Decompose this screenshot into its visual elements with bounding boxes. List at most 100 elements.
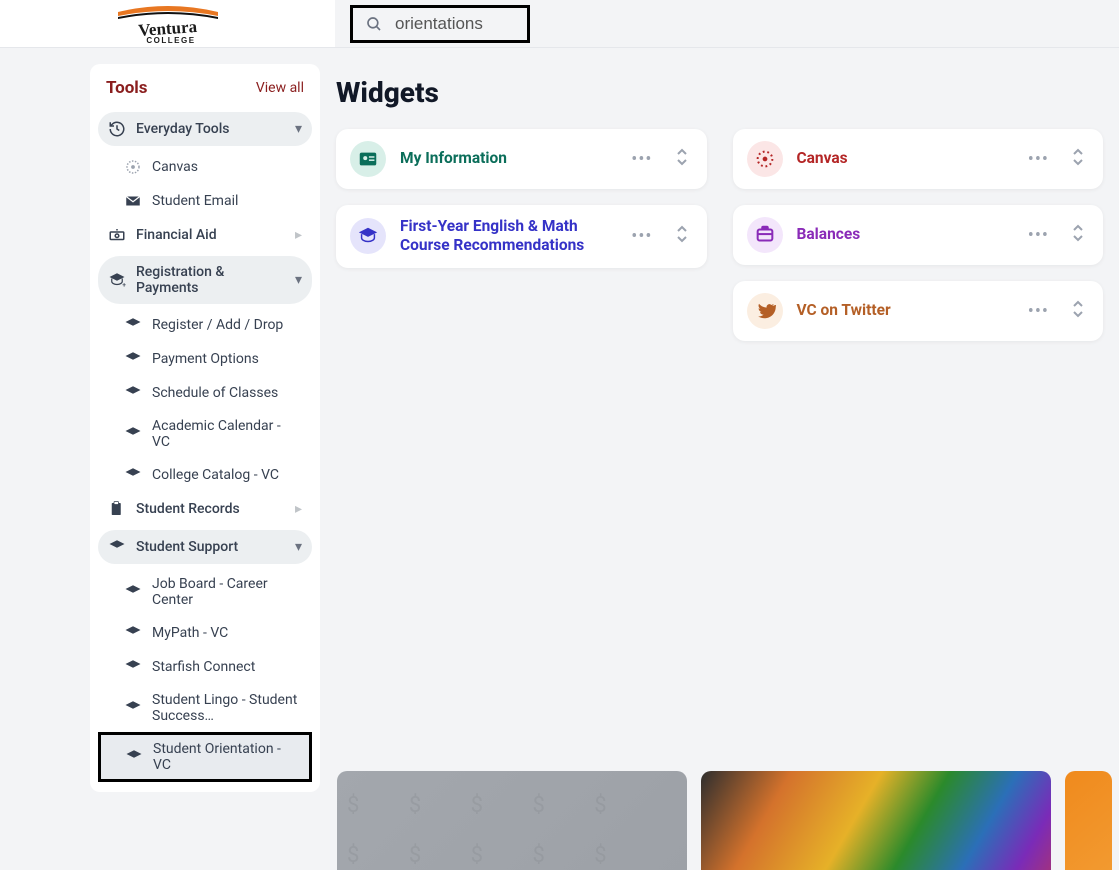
- graduation-cap-icon: [350, 218, 386, 254]
- sidebar-item-payment-options[interactable]: Payment Options: [98, 342, 312, 376]
- sidebar-item-label: College Catalog - VC: [152, 467, 279, 483]
- canvas-icon: [747, 141, 783, 177]
- graduation-cap-icon: [124, 425, 142, 443]
- main-content: Widgets My Information ••• First: [336, 64, 1103, 341]
- chevron-down-icon: ▾: [295, 272, 302, 288]
- sidebar-title: Tools: [106, 78, 148, 98]
- widgets-column-left: My Information ••• First-Year English & …: [336, 129, 707, 268]
- search-box[interactable]: [350, 5, 530, 43]
- history-icon: [108, 120, 126, 138]
- graduation-cap-plus-icon: +: [108, 271, 126, 289]
- view-all-link[interactable]: View all: [256, 80, 304, 96]
- sort-icon[interactable]: [671, 225, 693, 247]
- feature-card-orange[interactable]: [1065, 771, 1112, 870]
- sidebar-item-label: Academic Calendar - VC: [152, 418, 302, 450]
- balances-icon: [747, 217, 783, 253]
- sidebar-item-student-orientation[interactable]: Student Orientation - VC: [98, 732, 312, 782]
- chevron-down-icon: ▾: [295, 121, 302, 137]
- more-icon[interactable]: •••: [627, 226, 656, 247]
- category-student-support[interactable]: Student Support ▾: [98, 530, 312, 564]
- sidebar-item-job-board[interactable]: Job Board - Career Center: [98, 568, 312, 616]
- sidebar-item-mypath[interactable]: MyPath - VC: [98, 616, 312, 650]
- sort-icon[interactable]: [1067, 148, 1089, 170]
- bottom-feature-cards: [337, 771, 1119, 870]
- graduation-cap-icon: [108, 538, 126, 556]
- category-label: Financial Aid: [136, 227, 217, 243]
- sort-icon[interactable]: [671, 148, 693, 170]
- sidebar-item-student-lingo[interactable]: Student Lingo - Student Success…: [98, 684, 312, 732]
- widget-label: Canvas: [797, 149, 1010, 168]
- feature-card-money[interactable]: [337, 771, 687, 870]
- category-student-records[interactable]: Student Records ▸: [98, 492, 312, 526]
- widget-vc-twitter[interactable]: VC on Twitter •••: [733, 281, 1104, 341]
- graduation-cap-icon: [124, 350, 142, 368]
- widget-canvas[interactable]: Canvas •••: [733, 129, 1104, 189]
- graduation-cap-icon: [124, 384, 142, 402]
- searchbar-area: [335, 0, 1119, 47]
- sidebar-item-label: Student Lingo - Student Success…: [152, 692, 302, 724]
- sidebar-item-canvas[interactable]: Canvas: [98, 150, 312, 184]
- graduation-cap-icon: [124, 624, 142, 642]
- category-everyday-tools[interactable]: Everyday Tools ▾: [98, 112, 312, 146]
- graduation-cap-icon: [125, 748, 143, 766]
- sidebar-item-label: Schedule of Classes: [152, 385, 278, 401]
- tools-sidebar: Tools View all Everyday Tools ▾ Canvas S…: [90, 64, 320, 792]
- sidebar-item-student-email[interactable]: Student Email: [98, 184, 312, 218]
- more-icon[interactable]: •••: [627, 149, 656, 170]
- chevron-down-icon: ▾: [295, 539, 302, 555]
- category-label: Everyday Tools: [136, 121, 230, 137]
- widget-label: First-Year English & Math Course Recomme…: [400, 217, 613, 256]
- widgets-column-right: Canvas ••• Balances •••: [733, 129, 1104, 341]
- category-label: Student Records: [136, 501, 240, 517]
- sidebar-item-label: Register / Add / Drop: [152, 317, 283, 333]
- topbar: Ventura COLLEGE: [0, 0, 1119, 48]
- id-card-icon: [350, 141, 386, 177]
- twitter-icon: [747, 293, 783, 329]
- sidebar-item-label: Student Email: [152, 193, 238, 209]
- sidebar-item-academic-calendar[interactable]: Academic Calendar - VC: [98, 410, 312, 458]
- sort-icon[interactable]: [1067, 224, 1089, 246]
- sidebar-item-college-catalog[interactable]: College Catalog - VC: [98, 458, 312, 492]
- search-icon: [365, 15, 383, 33]
- canvas-icon: [124, 158, 142, 176]
- more-icon[interactable]: •••: [1024, 301, 1053, 322]
- more-icon[interactable]: •••: [1024, 225, 1053, 246]
- widget-label: My Information: [400, 149, 613, 168]
- graduation-cap-icon: [124, 466, 142, 484]
- sidebar-item-schedule-classes[interactable]: Schedule of Classes: [98, 376, 312, 410]
- graduation-cap-icon: [124, 699, 142, 717]
- svg-text:+: +: [122, 281, 126, 289]
- sidebar-item-label: Job Board - Career Center: [152, 576, 302, 608]
- sidebar-header: Tools View all: [98, 74, 312, 108]
- sort-icon[interactable]: [1067, 300, 1089, 322]
- widget-my-information[interactable]: My Information •••: [336, 129, 707, 189]
- chevron-right-icon: ▸: [295, 227, 302, 243]
- widget-label: Balances: [797, 225, 1010, 244]
- sidebar-item-label: Student Orientation - VC: [153, 741, 301, 773]
- chevron-right-icon: ▸: [295, 501, 302, 517]
- feature-card-pride-flag[interactable]: [701, 771, 1051, 870]
- search-input[interactable]: [395, 14, 515, 34]
- graduation-cap-icon: [124, 316, 142, 334]
- category-financial-aid[interactable]: Financial Aid ▸: [98, 218, 312, 252]
- college-logo[interactable]: Ventura COLLEGE: [0, 0, 335, 47]
- category-registration[interactable]: + Registration & Payments ▾: [98, 256, 312, 304]
- graduation-cap-icon: [124, 658, 142, 676]
- sidebar-item-label: Payment Options: [152, 351, 259, 367]
- graduation-cap-icon: [124, 583, 142, 601]
- widget-label: VC on Twitter: [797, 301, 1010, 320]
- category-label: Student Support: [136, 539, 238, 555]
- money-icon: [108, 226, 126, 244]
- sidebar-item-starfish[interactable]: Starfish Connect: [98, 650, 312, 684]
- sidebar-item-label: MyPath - VC: [152, 625, 228, 641]
- category-label: Registration & Payments: [136, 264, 256, 296]
- sidebar-item-register-add-drop[interactable]: Register / Add / Drop: [98, 308, 312, 342]
- sidebar-item-label: Canvas: [152, 159, 198, 175]
- mail-icon: [124, 192, 142, 210]
- more-icon[interactable]: •••: [1024, 149, 1053, 170]
- sidebar-item-label: Starfish Connect: [152, 659, 255, 675]
- svg-text:COLLEGE: COLLEGE: [146, 36, 195, 44]
- records-icon: [108, 500, 126, 518]
- widget-first-year-english-math[interactable]: First-Year English & Math Course Recomme…: [336, 205, 707, 268]
- widget-balances[interactable]: Balances •••: [733, 205, 1104, 265]
